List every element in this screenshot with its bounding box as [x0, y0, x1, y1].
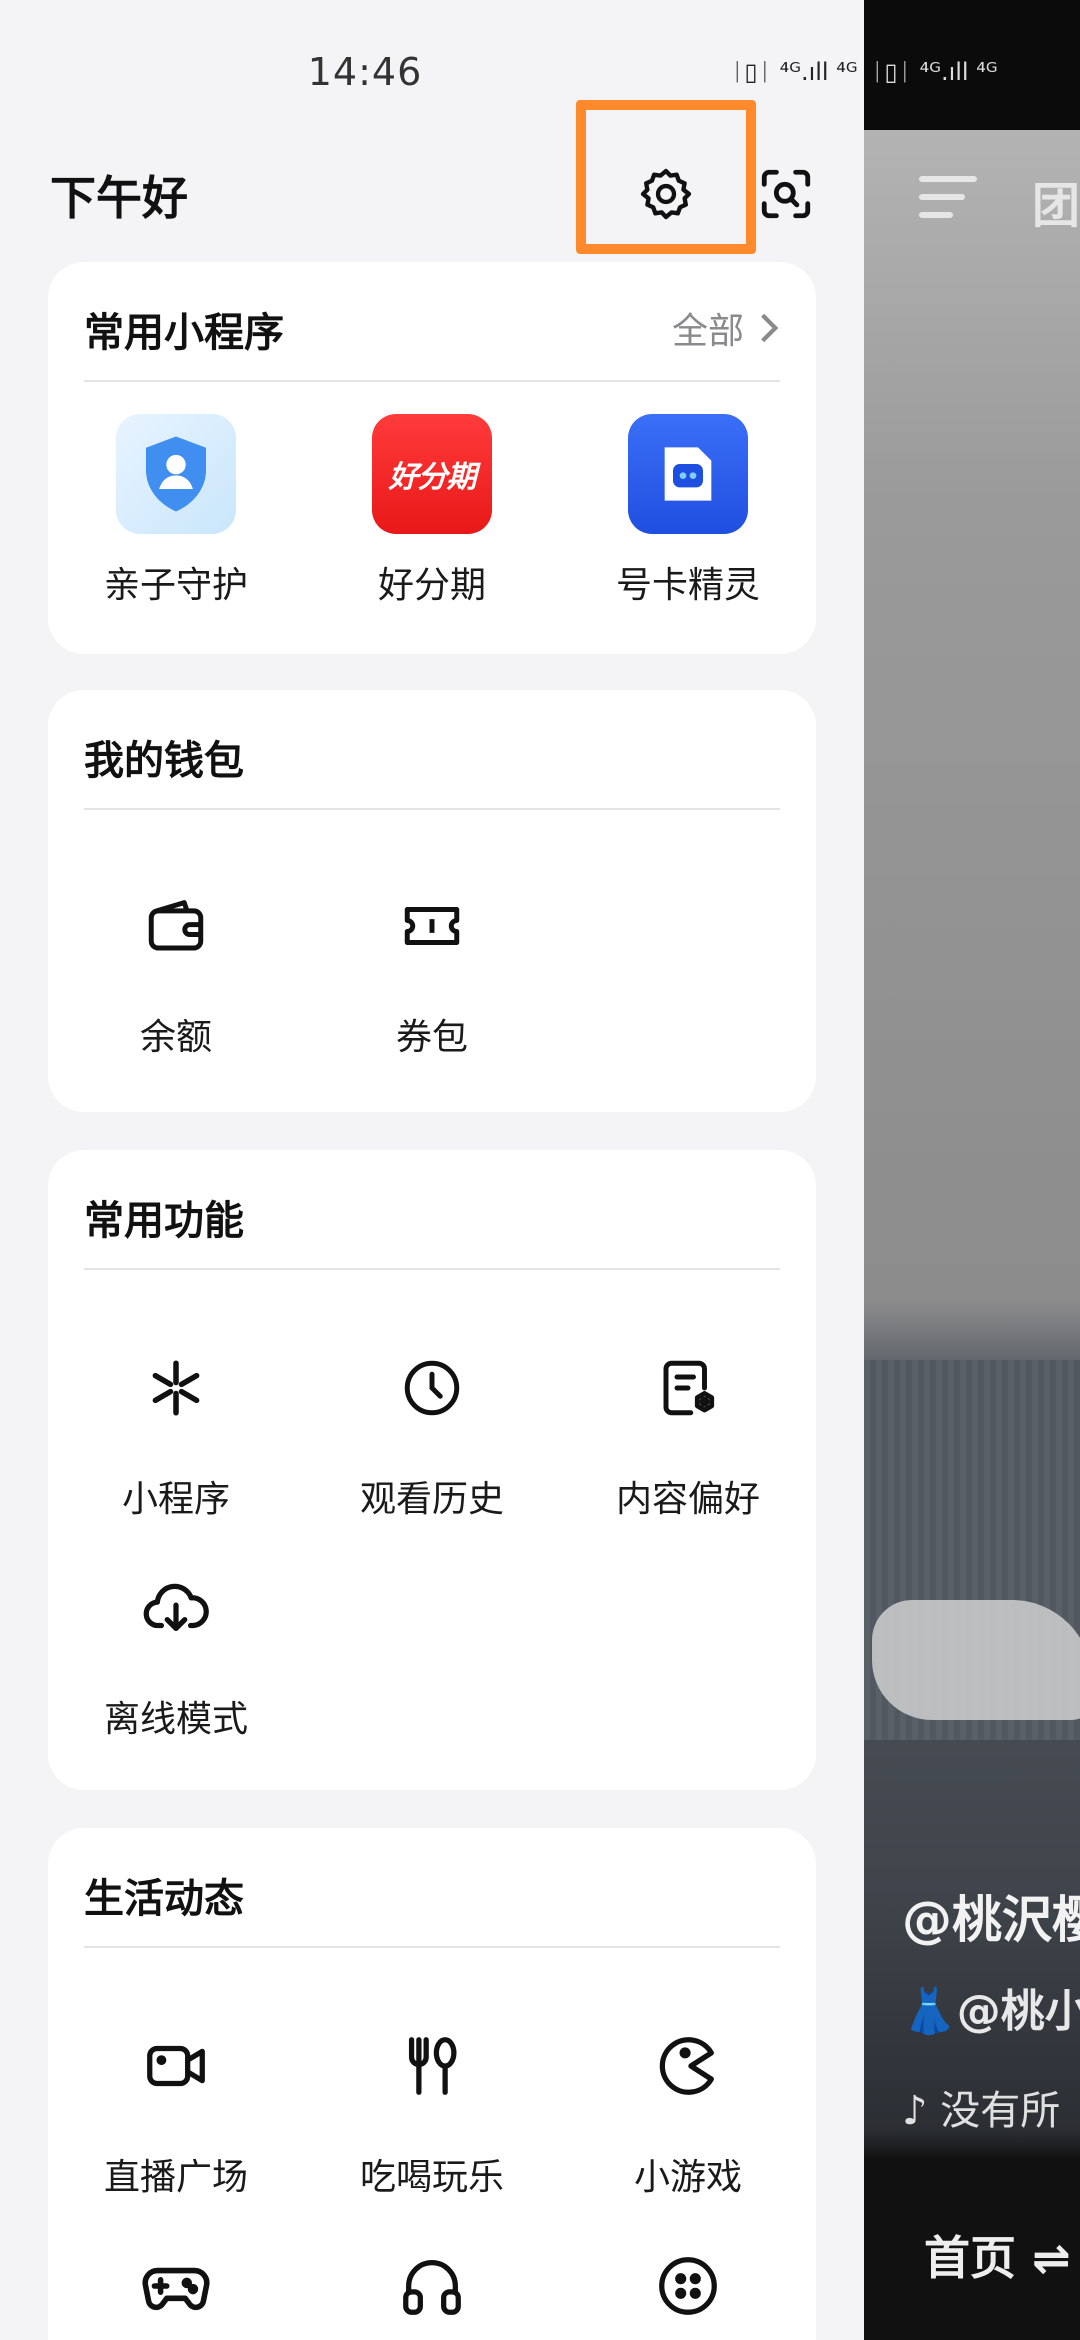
- menu-icon[interactable]: [916, 172, 980, 226]
- mini-program-label: 亲子守护: [103, 565, 248, 606]
- wallet-item-label: 余额: [139, 1017, 212, 1058]
- side-drawer: 14:46 ᛁ▯ᛁ ⁴ᴳ.ıll ⁴ᴳ 下午好 常用小程序 全部 亲子守护 好分…: [0, 0, 864, 2340]
- mini-program-label: 号卡精灵: [615, 565, 760, 606]
- life-food-fun[interactable]: 吃喝玩乐: [304, 2006, 560, 2200]
- wallet-card: 我的钱包 余额 券包: [48, 690, 816, 1112]
- function-label: 内容偏好: [615, 1479, 760, 1520]
- gear-icon: [640, 168, 692, 220]
- clock-icon: [372, 1328, 492, 1448]
- cloth-image: [872, 1600, 1080, 1720]
- settings-button[interactable]: [628, 156, 704, 232]
- life-title: 生活动态: [84, 1876, 244, 1922]
- video-feed-background[interactable]: ᛁ▯ᛁ ⁴ᴳ.ıll ⁴ᴳ 团 @桃沢樱 👗@桃小 ♪ 没有所 首页 ⇌: [864, 0, 1080, 2340]
- divider: [84, 808, 780, 810]
- mini-program-parental-guard[interactable]: 亲子守护: [48, 414, 304, 608]
- mini-program-sim-card[interactable]: 号卡精灵: [560, 414, 816, 608]
- mini-programs-card: 常用小程序 全部 亲子守护 好分期 好分期 号卡精灵: [48, 262, 816, 654]
- video-music-info[interactable]: ♪ 没有所: [902, 2078, 1060, 2136]
- life-mini-games[interactable]: 小游戏: [560, 2006, 816, 2200]
- content-preference-icon: [628, 1328, 748, 1448]
- haofenqi-logo: 好分期: [372, 414, 492, 534]
- chevron-right-icon: [761, 313, 779, 343]
- functions-title: 常用功能: [84, 1198, 244, 1244]
- fork-spoon-icon: [372, 2006, 492, 2126]
- mini-program-haofenqi[interactable]: 好分期 好分期: [304, 414, 560, 608]
- life-games[interactable]: [48, 2226, 304, 2340]
- wallet-balance[interactable]: 余额: [48, 866, 304, 1060]
- status-time: 14:46: [307, 50, 423, 94]
- greeting-title: 下午好: [50, 171, 188, 225]
- life-fun[interactable]: [560, 2226, 816, 2340]
- top-tab[interactable]: 团: [1032, 166, 1080, 236]
- cloud-download-icon: [116, 1548, 236, 1668]
- life-activities-card: 生活动态 直播广场 吃喝玩乐 小游戏: [48, 1828, 816, 2340]
- life-music[interactable]: [304, 2226, 560, 2340]
- function-content-preference[interactable]: 内容偏好: [560, 1328, 816, 1522]
- gamepad-icon: [116, 2226, 236, 2340]
- dice-icon: [628, 2226, 748, 2340]
- function-label: 小程序: [121, 1479, 230, 1520]
- divider: [84, 1946, 780, 1948]
- shield-user-icon: [116, 414, 236, 534]
- function-watch-history[interactable]: 观看历史: [304, 1328, 560, 1522]
- divider: [84, 380, 780, 382]
- video-camera-icon: [116, 2006, 236, 2126]
- video-username[interactable]: @桃沢樱: [902, 1880, 1080, 1952]
- headphones-icon: [372, 2226, 492, 2340]
- video-description: 👗@桃小: [902, 1986, 1080, 2037]
- sim-card-robot-icon: [628, 414, 748, 534]
- wallet-item-label: 券包: [395, 1017, 468, 1058]
- function-label: 离线模式: [103, 1699, 248, 1740]
- life-label: 直播广场: [103, 2157, 248, 2198]
- view-all-label: 全部: [671, 311, 744, 352]
- view-all-link[interactable]: 全部: [672, 302, 780, 354]
- function-mini-program[interactable]: 小程序: [48, 1328, 304, 1522]
- wallet-icon: [116, 866, 236, 986]
- nav-home-tab[interactable]: 首页 ⇌: [924, 2222, 1071, 2288]
- mini-programs-title: 常用小程序: [84, 310, 284, 356]
- scan-button[interactable]: [748, 156, 824, 232]
- coupon-icon: [372, 866, 492, 986]
- life-label: 小游戏: [633, 2157, 742, 2198]
- function-label: 观看历史: [359, 1479, 504, 1520]
- life-live-square[interactable]: 直播广场: [48, 2006, 304, 2200]
- function-offline-mode[interactable]: 离线模式: [48, 1548, 304, 1742]
- mini-program-label: 好分期: [377, 565, 486, 606]
- mini-program-icon: [116, 1328, 236, 1448]
- common-functions-card: 常用功能 小程序 观看历史 内容偏好 离线模式: [48, 1150, 816, 1790]
- status-indicators: ᛁ▯ᛁ ⁴ᴳ.ıll ⁴ᴳ: [730, 58, 858, 86]
- wallet-coupons[interactable]: 券包: [304, 866, 560, 1060]
- scan-icon: [761, 169, 811, 219]
- pacman-icon: [628, 2006, 748, 2126]
- haofenqi-logo-text: 好分期: [388, 460, 477, 495]
- wallet-title: 我的钱包: [84, 738, 244, 784]
- life-label: 吃喝玩乐: [359, 2157, 504, 2198]
- divider: [84, 1268, 780, 1270]
- video-status-indicators: ᛁ▯ᛁ ⁴ᴳ.ıll ⁴ᴳ: [870, 58, 998, 86]
